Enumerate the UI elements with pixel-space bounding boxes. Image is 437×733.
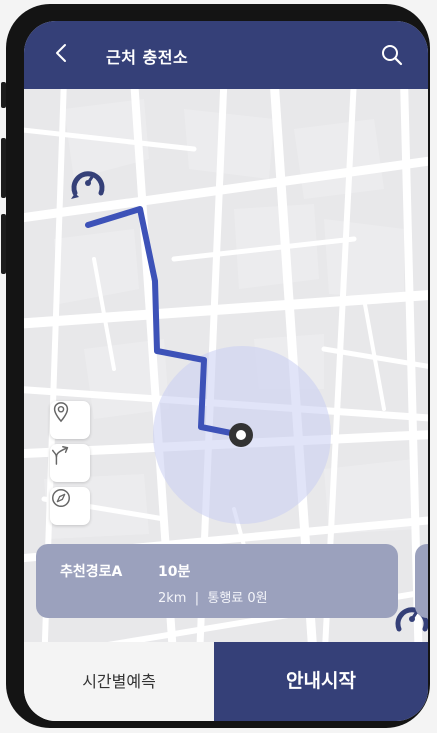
route-name: 추천경로A: [60, 564, 123, 580]
phone-frame: 근처 충전소 추천경로A 10분 2km | 통행료 0원 시간별예측 안내시작: [1, 4, 430, 728]
compass-icon: [52, 489, 70, 507]
map-view[interactable]: 추천경로A 10분 2km | 통행료 0원: [24, 89, 428, 661]
route-fork-icon: [52, 446, 69, 465]
map-tool-location[interactable]: [50, 401, 90, 439]
phone-volume-up-button: [1, 138, 6, 198]
back-button[interactable]: [50, 41, 74, 65]
next-route-card[interactable]: [415, 544, 428, 618]
chevron-left-icon: [56, 44, 66, 62]
page-title: 근처 충전소: [106, 48, 189, 67]
start-navigation-label: 안내시작: [286, 670, 356, 692]
app-header: 근처 충전소: [24, 21, 428, 89]
location-pin-icon: [53, 402, 69, 423]
hourly-forecast-label: 시간별예측: [82, 671, 156, 691]
hourly-forecast-button[interactable]: 시간별예측: [24, 642, 214, 721]
phone-side-button: [1, 82, 6, 108]
phone-volume-down-button: [1, 214, 6, 274]
route-time: 10분: [158, 564, 191, 580]
start-navigation-button[interactable]: 안내시작: [214, 642, 428, 721]
search-icon: [382, 45, 403, 66]
route-detail: 2km | 통행료 0원: [158, 591, 268, 606]
app-screen: 근처 충전소 추천경로A 10분 2km | 통행료 0원 시간별예측 안내시작: [24, 21, 428, 721]
route-option-card[interactable]: 추천경로A 10분 2km | 통행료 0원: [36, 544, 398, 618]
current-location-marker: [229, 423, 253, 447]
map-tool-route[interactable]: [50, 444, 90, 482]
map-tool-compass[interactable]: [50, 487, 90, 525]
search-button[interactable]: [380, 43, 404, 67]
